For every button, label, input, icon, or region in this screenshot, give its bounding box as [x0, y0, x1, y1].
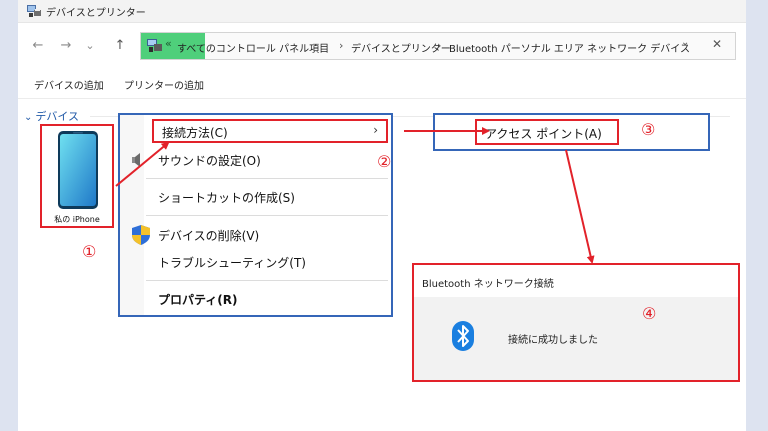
devices-group-label: デバイス — [35, 110, 80, 123]
device-tile-iphone[interactable]: 私の iPhone — [40, 124, 114, 228]
back-button[interactable]: ← — [28, 36, 48, 56]
step-number-1: ① — [82, 242, 97, 261]
menu-icon-gutter — [120, 115, 144, 315]
close-icon[interactable]: ✕ — [712, 37, 722, 51]
menu-item-create-shortcut[interactable]: ショートカットの作成(S) — [158, 189, 295, 206]
menu-item-troubleshoot[interactable]: トラブルシューティング(T) — [158, 254, 306, 271]
dialog-title: Bluetooth ネットワーク接続 — [422, 279, 554, 290]
submenu-item-label: アクセス ポイント(A) — [485, 127, 602, 141]
title-bar: デバイスとプリンター — [18, 0, 746, 23]
devices-group-header[interactable]: ⌄ デバイス — [24, 108, 79, 124]
menu-item-label: 接続方法(C) — [162, 126, 228, 140]
bluetooth-connection-dialog: Bluetooth ネットワーク接続 接続に成功しました — [412, 263, 740, 382]
smartphone-icon — [58, 131, 98, 209]
menu-item-properties[interactable]: プロパティ(R) — [158, 291, 238, 308]
menu-separator — [146, 178, 388, 179]
connect-using-submenu: アクセス ポイント(A) — [433, 113, 710, 151]
chevron-down-icon: ⌄ — [24, 112, 33, 123]
recent-locations-button[interactable]: ⌄ — [80, 36, 100, 56]
breadcrumb-bluetooth-pan[interactable]: Bluetooth パーソナル エリア ネットワーク デバイス — [449, 40, 690, 55]
devices-printers-icon — [27, 5, 41, 17]
shield-icon — [132, 225, 150, 245]
submenu-arrow-icon: › — [373, 123, 378, 137]
breadcrumb-all-control-panel[interactable]: すべてのコントロール パネル項目 — [177, 40, 329, 55]
menu-separator — [146, 215, 388, 216]
breadcrumb-separator: › — [437, 39, 442, 52]
home-chevron: « — [165, 37, 172, 50]
add-device-button[interactable]: デバイスの追加 — [34, 77, 104, 92]
add-printer-button[interactable]: プリンターの追加 — [124, 77, 204, 92]
breadcrumb-separator: › — [339, 39, 344, 52]
device-label: 私の iPhone — [54, 215, 100, 224]
window-title: デバイスとプリンター — [46, 8, 146, 19]
forward-button[interactable]: → — [56, 36, 76, 56]
bluetooth-icon — [452, 321, 474, 351]
step-number-3: ③ — [641, 120, 656, 139]
step-number-4: ④ — [642, 304, 657, 323]
menu-item-remove-device[interactable]: デバイスの削除(V) — [158, 227, 259, 244]
dialog-header: Bluetooth ネットワーク接続 — [414, 265, 738, 297]
address-bar[interactable]: « すべてのコントロール パネル項目 › デバイスとプリンター › Blueto… — [140, 32, 736, 60]
menu-item-sound-settings[interactable]: サウンドの設定(O) — [158, 152, 261, 169]
menu-item-connect-using[interactable]: 接続方法(C) › — [152, 119, 388, 143]
speaker-icon — [132, 153, 140, 167]
submenu-item-access-point[interactable]: アクセス ポイント(A) — [475, 119, 619, 145]
breadcrumb-devices-printers[interactable]: デバイスとプリンター — [351, 40, 451, 55]
address-dropdown-icon[interactable]: ⌄ — [681, 37, 689, 48]
up-button[interactable]: ↑ — [110, 36, 130, 56]
menu-separator — [146, 280, 388, 281]
dialog-message: 接続に成功しました — [508, 335, 598, 346]
control-panel-icon — [147, 39, 162, 52]
step-number-2: ② — [377, 152, 392, 171]
toolbar-divider — [18, 98, 746, 99]
context-menu: 接続方法(C) › サウンドの設定(O) ショートカットの作成(S) デバイスの… — [118, 113, 393, 317]
